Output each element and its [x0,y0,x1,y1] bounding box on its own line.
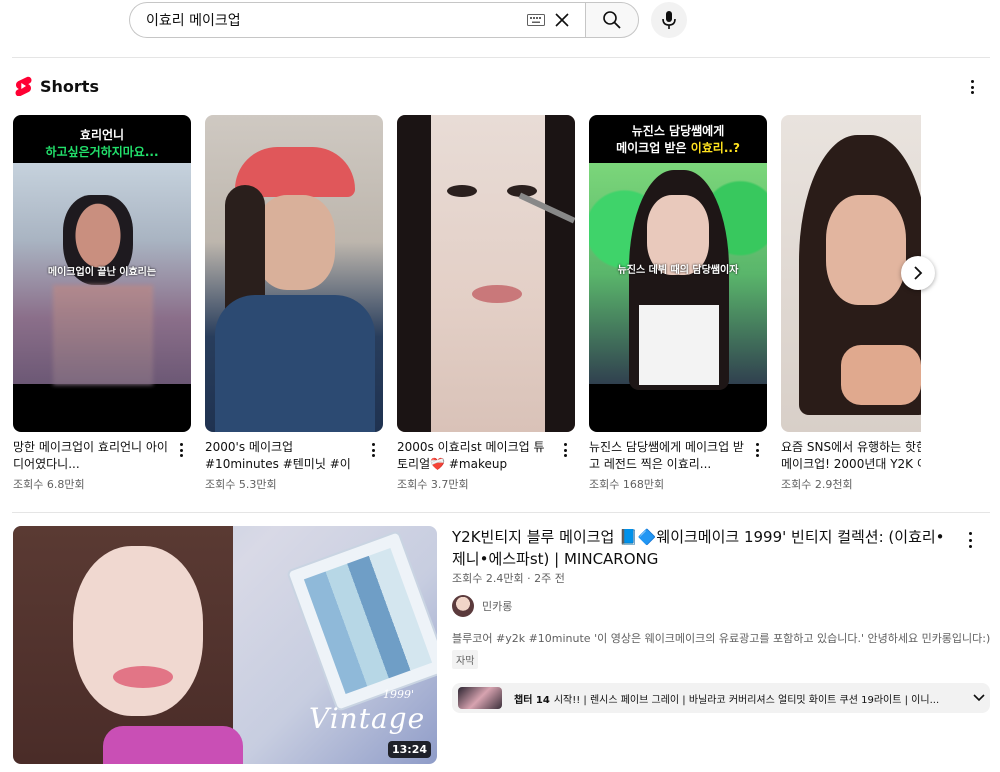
thumb-text: Vintage [309,702,426,735]
caption-text: 하고싶은거하지마요... [45,145,159,159]
shorts-logo-icon [15,76,32,96]
chapter-thumbnail [458,687,502,709]
short-views: 조회수 3.7만회 [397,478,469,491]
short-views: 조회수 6.8만회 [13,478,85,491]
short-more-icon[interactable] [177,443,185,457]
chapters-text: 시작!! | 렌시스 페이브 그레이 | 바닐라코 커버리셔스 얼티밋 화이트 … [553,694,940,706]
short-title[interactable]: 요즘 SNS에서 유행하는 핫한 메이크업! 2000년대 Y2K 이 [781,439,921,473]
caption-text: 메이크업이 끝난 이효리는 [47,267,157,278]
short-card[interactable]: 효리언니 하고싶은거하지마요... 메이크업이 끝난 이효리는 망한 메이크업이… [13,115,191,491]
channel-name[interactable]: 민카롱 [482,598,512,614]
shorts-title: Shorts [40,76,99,96]
fur-top [103,726,243,764]
chevron-right-icon [914,266,923,280]
short-views: 조회수 2.9천회 [781,478,853,491]
voice-search-button[interactable] [651,2,687,38]
video-description: 블루코어 #y2k #10minute '이 영상은 웨이크메이크의 유료광고를… [452,632,992,645]
eyeshadow-palette [285,530,437,712]
search-icon [603,11,621,29]
search-input[interactable] [146,12,527,28]
video-thumbnail[interactable]: 1999' Vintage 13:24 [13,526,437,764]
caption-text: 뉴진스 데뷔 때의 담당쌤이자 [617,265,739,276]
channel-link[interactable]: 민카롱 [452,595,512,617]
keyboard-icon[interactable] [527,14,545,26]
blurred-area [53,285,153,385]
person-face [73,546,203,716]
short-title[interactable]: 2000's 메이크업 #10minutes #텐미닛 #이효리... [205,439,360,473]
video-duration: 13:24 [387,741,431,758]
short-more-icon[interactable] [369,443,377,457]
microphone-icon [662,11,676,29]
caption-text: 메이크업 받은 이효리..? [616,141,740,155]
video-meta: 조회수 2.4만회 · 2주 전 [452,572,565,585]
short-card[interactable]: 요즘 SNS에서 유행하는 핫한 메이크업! 2000년대 Y2K 이 조회수 … [781,115,921,491]
search-button[interactable] [585,2,639,38]
short-more-icon[interactable] [561,443,569,457]
caption-text: 뉴진스 담당쌤에게 [631,124,725,138]
short-thumbnail[interactable]: 효리언니 하고싶은거하지마요... 메이크업이 끝난 이효리는 [13,115,191,432]
short-card[interactable]: 2000s 이효리st 메이크업 튜토리얼❤️‍🩹 #makeup 조회수 3.… [397,115,575,491]
thumb-text-small: 1999' [383,688,415,701]
hair [545,115,575,432]
search-bar [129,2,639,38]
short-views: 조회수 168만회 [589,478,665,491]
divider [12,57,990,58]
clear-search-icon[interactable] [551,9,573,31]
person-face [255,195,335,290]
chevron-down-icon[interactable] [972,691,986,705]
jacket [215,295,375,432]
short-views: 조회수 5.3만회 [205,478,277,491]
chapters-label: 챕터 14 [514,694,550,706]
short-title[interactable]: 뉴진스 담당쌤에게 메이크업 받고 레전드 찍은 이효리... [589,439,744,473]
search-box[interactable] [129,2,585,38]
eye [447,185,477,197]
top-clothing [639,305,719,385]
caption-text: 효리언니 [79,128,125,142]
short-card[interactable]: 뉴진스 담당쌤에게 메이크업 받은 이효리..? 뉴진스 데뷔 때의 담당쌤이자… [589,115,767,491]
shorts-next-button[interactable] [901,256,935,290]
hair [397,115,431,432]
hand [841,345,921,405]
short-title[interactable]: 망한 메이크업이 효리언니 아이디어였다니... [13,439,168,473]
person-face [826,195,906,305]
divider [12,512,990,513]
shorts-shelf: 효리언니 하고싶은거하지마요... 메이크업이 끝난 이효리는 망한 메이크업이… [13,115,921,495]
shorts-header: Shorts [14,76,99,96]
video-more-icon[interactable] [966,532,974,548]
lips [472,285,522,303]
short-thumbnail[interactable] [205,115,383,432]
short-title[interactable]: 2000s 이효리st 메이크업 튜토리얼❤️‍🩹 #makeup [397,439,552,473]
channel-avatar[interactable] [452,595,474,617]
video-title[interactable]: Y2K빈티지 블루 메이크업 📘🔷웨이크메이크 1999' 빈티지 컬렉션: (… [452,526,952,570]
shorts-more-icon[interactable] [964,78,980,96]
short-thumbnail[interactable] [781,115,921,432]
subtitles-badge: 자막 [452,650,479,669]
lips [113,666,173,688]
short-card[interactable]: 2000's 메이크업 #10minutes #텐미닛 #이효리... 조회수 … [205,115,383,491]
chapters-bar[interactable]: 챕터 14 시작!! | 렌시스 페이브 그레이 | 바닐라코 커버리셔스 얼티… [452,683,990,713]
short-more-icon[interactable] [753,443,761,457]
short-thumbnail[interactable] [397,115,575,432]
short-thumbnail[interactable]: 뉴진스 담당쌤에게 메이크업 받은 이효리..? 뉴진스 데뷔 때의 담당쌤이자 [589,115,767,432]
